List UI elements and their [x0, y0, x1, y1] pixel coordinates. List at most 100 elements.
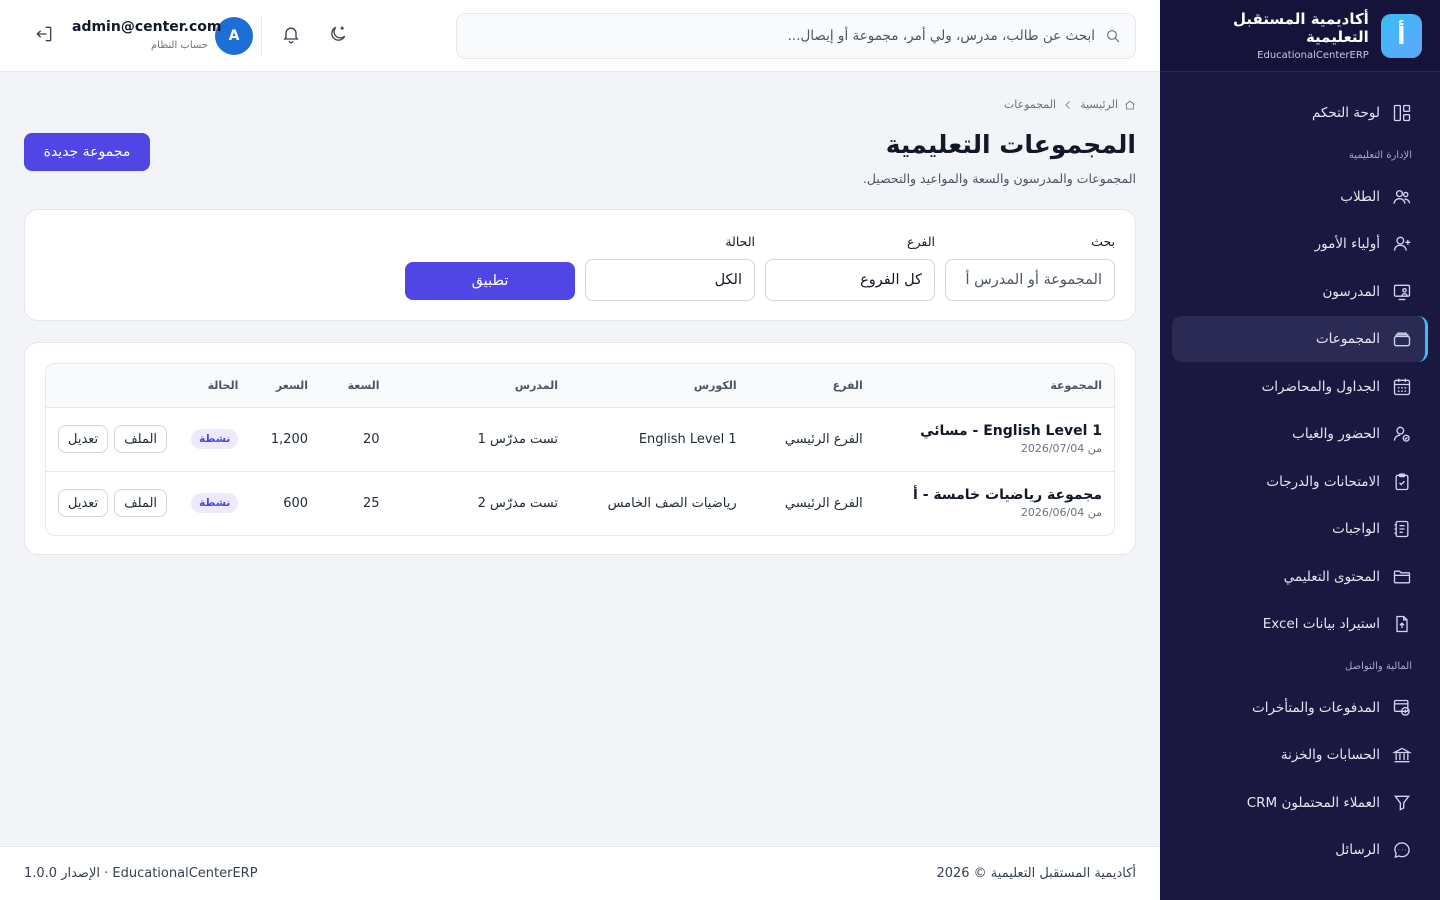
sidebar-item-label: المدرسون	[1322, 283, 1380, 300]
group-capacity: 25	[320, 470, 392, 535]
sidebar-item-content[interactable]: المحتوى التعليمي	[1172, 554, 1428, 600]
sidebar-item-crm[interactable]: العملاء المحتملون CRM	[1172, 780, 1428, 826]
col-header-price[interactable]: السعر	[250, 364, 321, 408]
col-header-actions	[46, 364, 180, 408]
bank-icon	[1392, 747, 1412, 763]
sidebar-item-label: أولياء الأمور	[1314, 236, 1380, 252]
sidebar-section-finance: المالية والتواصل	[1345, 660, 1412, 672]
sidebar-item-label: المحتوى التعليمي	[1283, 568, 1380, 585]
sidebar-item-schedules[interactable]: الجداول والمحاضرات	[1172, 364, 1428, 410]
file-button[interactable]: الملف	[114, 489, 168, 518]
sidebar-item-exams[interactable]: الامتحانات والدرجات	[1172, 459, 1428, 505]
sidebar-item-label: الرسائل	[1335, 842, 1380, 858]
brand-subtitle: EducationalCenterERP	[1257, 50, 1369, 61]
groups-table: المجموعة الفرع الكورس المدرس السعة السعر…	[46, 364, 1114, 535]
status-badge: نشطة	[191, 493, 239, 514]
group-teacher: تست مدرّس 1	[477, 431, 559, 447]
sidebar-section-education: الإدارة التعليمية	[1348, 149, 1412, 161]
theme-toggle-button[interactable]	[326, 22, 350, 46]
group-course: رياضيات الصف الخامس	[570, 470, 749, 535]
user-email: admin@center.com	[72, 19, 222, 35]
breadcrumb: الرئيسية المجموعات	[1004, 98, 1136, 111]
sidebar-item-accounts[interactable]: الحسابات والخزنة	[1172, 732, 1428, 778]
col-header-teacher[interactable]: المدرس	[391, 364, 571, 408]
sidebar-item-label: الطلاب	[1340, 188, 1380, 205]
sidebar-item-messages[interactable]: الرسائل	[1172, 827, 1428, 873]
sidebar-item-label: الحضور والغياب	[1292, 426, 1380, 442]
search-filter-label: بحث	[1091, 234, 1115, 249]
sidebar-item-attendance[interactable]: الحضور والغياب	[1172, 411, 1428, 457]
col-header-status[interactable]: الحالة	[179, 364, 251, 408]
sidebar-item-parents[interactable]: أولياء الأمور	[1172, 221, 1428, 267]
search-icon	[1107, 30, 1120, 43]
file-button[interactable]: الملف	[114, 425, 168, 453]
group-capacity: 20	[363, 431, 380, 447]
sidebar-item-dashboard[interactable]: لوحة التحكم	[1172, 90, 1428, 136]
sidebar-nav: لوحة التحكم الإدارة التعليمية الطلاب أول…	[1160, 72, 1440, 873]
status-filter-label: الحالة	[725, 234, 755, 249]
table-row[interactable]: English Level 1 - مسائي من 2026/07/04 ال…	[46, 407, 1114, 471]
group-name[interactable]: English Level 1 - مسائي	[887, 423, 1102, 439]
sidebar-item-label: الامتحانات والدرجات	[1266, 473, 1380, 490]
topbar: ابحث عن طالب، مدرس، ولي أمر، مجموعة أو إ…	[0, 0, 1160, 72]
page-subtitle: المجموعات والمدرسون والسعة والمواعيد وال…	[862, 171, 1136, 186]
status-select[interactable]: الكل	[585, 259, 755, 301]
group-branch: الفرع الرئيسي	[784, 431, 863, 447]
page-title: المجموعات التعليمية	[885, 130, 1136, 159]
chevron-left-icon	[1065, 100, 1070, 109]
brand-logo: أ	[1380, 13, 1422, 58]
group-price: 600	[250, 470, 321, 535]
sidebar-item-label: لوحة التحكم	[1311, 105, 1380, 121]
new-group-button[interactable]: مجموعة جديدة	[24, 133, 150, 171]
calendar-icon	[1393, 378, 1411, 395]
sidebar-item-homework[interactable]: الواجبات	[1172, 506, 1428, 552]
moon-icon	[331, 26, 346, 41]
teacher-icon	[1393, 284, 1411, 300]
group-start-date: من 2026/07/04	[1020, 442, 1102, 455]
global-search-input[interactable]: ابحث عن طالب، مدرس، ولي أمر، مجموعة أو إ…	[456, 13, 1136, 59]
sidebar-item-payments[interactable]: المدفوعات والمتأخرات	[1172, 685, 1428, 731]
group-branch: الفرع الرئيسي	[748, 470, 875, 535]
brand[interactable]: أ أكاديمية المستقبل التعليمية Educationa…	[1160, 0, 1440, 72]
notes-icon	[1394, 520, 1409, 538]
breadcrumb-home[interactable]: الرئيسية	[1080, 98, 1118, 111]
breadcrumb-current: المجموعات	[1003, 98, 1057, 111]
col-header-branch[interactable]: الفرع	[748, 364, 875, 408]
col-header-group[interactable]: المجموعة	[874, 364, 1114, 408]
layers-icon	[1393, 332, 1411, 347]
col-header-capacity[interactable]: السعة	[320, 364, 392, 408]
message-icon	[1394, 842, 1410, 859]
sidebar-item-label: الحسابات والخزنة	[1280, 747, 1380, 763]
edit-button[interactable]: تعديل	[58, 425, 109, 453]
search-filter-input[interactable]: المجموعة أو المدرس أ	[945, 259, 1115, 301]
clipboard-icon	[1395, 472, 1409, 490]
group-start-date: من 2026/06/04	[1020, 506, 1102, 520]
footer-version: EducationalCenterERP · الإصدار 1.0.0	[24, 866, 258, 881]
apply-button[interactable]: تطبيق	[405, 262, 575, 300]
home-icon	[1125, 99, 1135, 109]
dashboard-icon	[1393, 104, 1411, 122]
sidebar-item-students[interactable]: الطلاب	[1172, 174, 1428, 220]
notifications-button[interactable]	[279, 22, 303, 46]
bell-icon	[283, 27, 299, 44]
edit-button[interactable]: تعديل	[58, 489, 109, 518]
brand-name: أكاديمية المستقبل التعليمية	[1232, 10, 1369, 46]
logout-button[interactable]	[32, 22, 56, 46]
sidebar-item-label: الواجبات	[1332, 521, 1380, 537]
table-header-row: المجموعة الفرع الكورس المدرس السعة السعر…	[46, 364, 1114, 408]
sidebar-item-teachers[interactable]: المدرسون	[1172, 269, 1428, 315]
sidebar: أ أكاديمية المستقبل التعليمية Educationa…	[1160, 0, 1440, 900]
sidebar-item-label: استيراد بيانات Excel	[1262, 616, 1380, 632]
user-plus-icon	[1393, 236, 1411, 251]
group-name[interactable]: مجموعة رياضيات خامسة - أ	[887, 487, 1102, 503]
topbar-divider	[261, 16, 262, 56]
group-price: 1,200	[270, 431, 309, 447]
table-row[interactable]: مجموعة رياضيات خامسة - أ من 2026/06/04 ا…	[46, 470, 1114, 535]
sidebar-item-label: المدفوعات والمتأخرات	[1252, 699, 1380, 716]
col-header-course[interactable]: الكورس	[570, 364, 749, 408]
sidebar-item-excel-import[interactable]: استيراد بيانات Excel	[1172, 601, 1428, 647]
users-icon	[1393, 189, 1411, 204]
footer: أكاديمية المستقبل التعليمية © 2026 Educa…	[0, 846, 1160, 900]
sidebar-item-groups[interactable]: المجموعات	[1172, 316, 1428, 362]
branch-select[interactable]: كل الفروع	[765, 259, 935, 301]
